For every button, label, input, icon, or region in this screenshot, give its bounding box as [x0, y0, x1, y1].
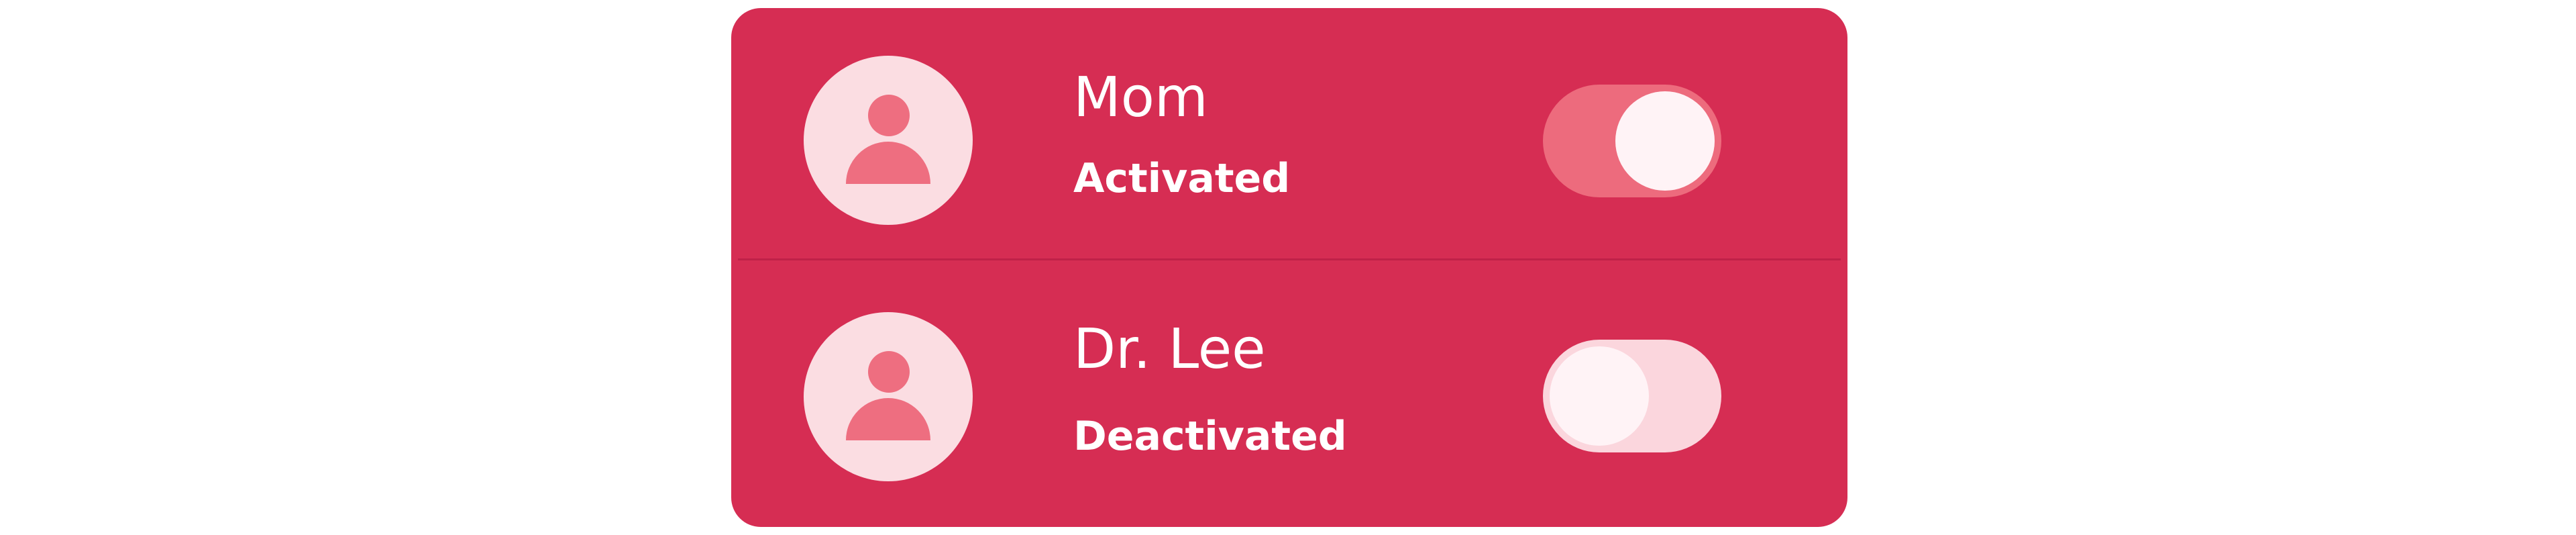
- contact-name: Mom: [1073, 66, 1208, 130]
- contact-toggle-switch[interactable]: [1543, 340, 1721, 452]
- contact-status: Deactivated: [1073, 413, 1347, 460]
- contact-list-card: Mom Activated Dr. Lee Deactivated: [731, 8, 1847, 527]
- person-icon-body: [846, 398, 930, 440]
- contact-status: Activated: [1073, 155, 1291, 202]
- toggle-knob: [1550, 346, 1649, 446]
- toggle-knob: [1615, 91, 1715, 191]
- contact-row: Dr. Lee Deactivated: [731, 264, 1847, 520]
- person-icon: [868, 95, 910, 136]
- contact-row: Mom Activated: [731, 8, 1847, 263]
- contact-avatar: [804, 312, 973, 481]
- contact-toggle-switch[interactable]: [1543, 85, 1721, 197]
- contact-avatar: [804, 56, 973, 225]
- person-icon-body: [846, 142, 930, 184]
- contact-name: Dr. Lee: [1073, 318, 1266, 381]
- person-icon: [868, 351, 910, 393]
- row-divider: [738, 258, 1841, 260]
